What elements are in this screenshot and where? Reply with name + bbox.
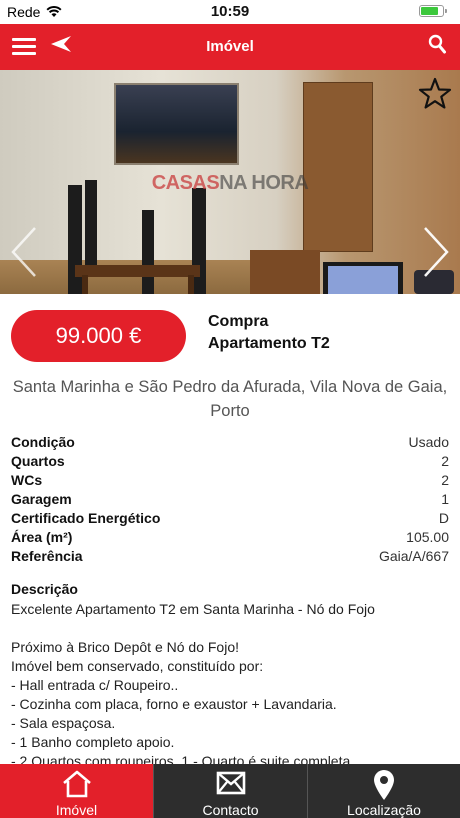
map-pin-icon — [308, 769, 460, 806]
detail-row-garage: Garagem 1 — [11, 491, 449, 507]
chevron-right-icon[interactable] — [422, 226, 450, 283]
description-heading: Descrição — [11, 581, 78, 597]
star-outline-icon[interactable] — [418, 77, 452, 115]
tab-location[interactable]: Localização — [308, 764, 460, 818]
property-photo[interactable]: CASASNA HORA — [0, 70, 460, 294]
page-title: Imóvel — [206, 38, 254, 55]
tab-label: Imóvel — [55, 802, 98, 818]
description-line — [11, 619, 451, 638]
location-text: Santa Marinha e São Pedro da Afurada, Vi… — [12, 378, 448, 420]
tab-property[interactable]: Imóvel — [0, 764, 153, 818]
status-bar: Rede 10:59 — [0, 0, 460, 24]
search-icon[interactable] — [428, 34, 446, 59]
description-text: Excelente Apartamento T2 em Santa Marinh… — [11, 600, 451, 771]
description-line: - 1 Banho completo apoio. — [11, 734, 175, 750]
description-line: Excelente Apartamento T2 em Santa Marinh… — [11, 601, 375, 617]
detail-row-bathrooms: WCs 2 — [11, 472, 449, 488]
detail-row-bedrooms: Quartos 2 — [11, 453, 449, 469]
detail-row-condition: Condição Usado — [11, 434, 449, 450]
details-list: Condição Usado Quartos 2 WCs 2 Garagem 1… — [11, 434, 449, 567]
bottom-tab-bar: Imóvel Contacto Localização — [0, 764, 460, 818]
home-icon — [0, 769, 153, 804]
description-line: Imóvel bem conservado, constituído por: — [11, 658, 264, 674]
watermark-logo: CASASNA HORA — [151, 172, 309, 194]
description-line: - Sala espaçosa. — [11, 715, 116, 731]
envelope-icon — [154, 769, 307, 802]
nav-bar: Imóvel — [0, 24, 460, 70]
deal-type-label: Compra — [208, 313, 269, 330]
painting-picture — [114, 83, 239, 165]
detail-row-energy-certificate: Certificado Energético D — [11, 510, 449, 526]
clock-time: 10:59 — [210, 3, 250, 20]
chevron-left-icon[interactable] — [10, 226, 38, 283]
price-badge[interactable]: 99.000 € — [11, 310, 186, 362]
tab-contact[interactable]: Contacto — [154, 764, 307, 818]
tab-label: Contacto — [202, 802, 259, 818]
detail-row-area: Área (m²) 105.00 — [11, 529, 449, 545]
tab-label: Localização — [347, 802, 421, 818]
description-line: Próximo à Brico Depôt e Nó do Fojo! — [11, 639, 239, 655]
battery-icon — [419, 5, 447, 17]
detail-row-reference: Referência Gaia/A/667 — [11, 548, 449, 564]
description-line: - Cozinha com placa, forno e exaustor + … — [11, 696, 337, 712]
description-line: - Hall entrada c/ Roupeiro.. — [11, 677, 179, 693]
property-type-label: Apartamento T2 — [208, 335, 330, 352]
